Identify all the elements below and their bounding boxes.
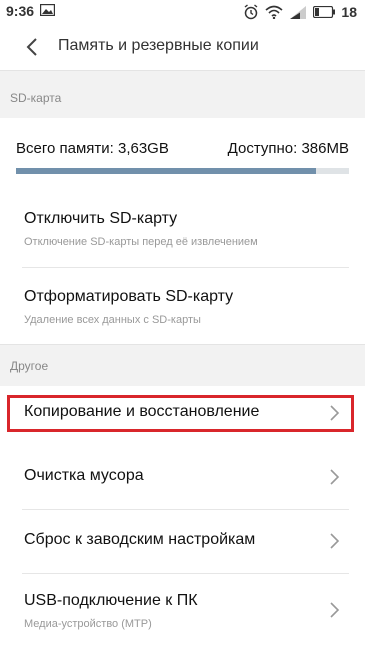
- row-title: Отключить SD-карту: [24, 210, 178, 227]
- wifi-icon: [265, 5, 283, 19]
- unmount-sd-row[interactable]: Отключить SD-карту Отключение SD-карты п…: [0, 190, 365, 268]
- storage-total: Всего памяти: 3,63GB: [16, 140, 169, 157]
- section-header-other: Другое: [0, 344, 365, 386]
- storage-progress-bar: [16, 168, 349, 174]
- junk-cleaner-row[interactable]: Очистка мусора: [0, 442, 365, 510]
- usb-connection-row[interactable]: USB-подключение к ПК Медиа-устройство (M…: [0, 574, 365, 649]
- storage-used-fill: [16, 168, 316, 174]
- section-header-sd-card: SD-карта: [0, 70, 365, 118]
- page-title: Память и резервные копии: [58, 37, 259, 54]
- row-title: Отформатировать SD-карту: [24, 288, 234, 305]
- storage-summary: Всего памяти: 3,63GB Доступно: 386MB: [0, 118, 365, 190]
- chevron-left-icon: [26, 38, 37, 56]
- row-title: USB-подключение к ПК: [24, 592, 198, 609]
- chevron-right-icon: [330, 602, 340, 618]
- chevron-right-icon: [330, 533, 340, 549]
- storage-free: Доступно: 386MB: [227, 140, 349, 157]
- highlight-box: [7, 395, 354, 432]
- status-time: 9:36: [6, 3, 35, 19]
- signal-icon: [290, 6, 307, 19]
- row-title: Очистка мусора: [24, 467, 144, 484]
- battery-icon: [313, 6, 336, 18]
- battery-level: 18: [341, 4, 357, 20]
- row-subtitle: Удаление всех данных с SD-карты: [24, 314, 201, 326]
- status-bar: 9:36 18: [0, 0, 365, 24]
- factory-reset-row[interactable]: Сброс к заводским настройкам: [0, 510, 365, 574]
- app-header: Память и резервные копии: [0, 24, 365, 70]
- row-subtitle: Медиа-устройство (MTP): [24, 618, 152, 630]
- chevron-right-icon: [330, 469, 340, 485]
- row-title: Сброс к заводским настройкам: [24, 531, 256, 548]
- status-right-group: 18: [243, 2, 357, 22]
- row-subtitle: Отключение SD-карты перед её извлечением: [24, 236, 258, 248]
- gallery-icon: [40, 4, 55, 16]
- alarm-icon: [244, 4, 258, 20]
- back-button[interactable]: [18, 33, 46, 61]
- section-label: Другое: [10, 359, 49, 373]
- section-label: SD-карта: [10, 91, 62, 105]
- format-sd-row[interactable]: Отформатировать SD-карту Удаление всех д…: [0, 268, 365, 344]
